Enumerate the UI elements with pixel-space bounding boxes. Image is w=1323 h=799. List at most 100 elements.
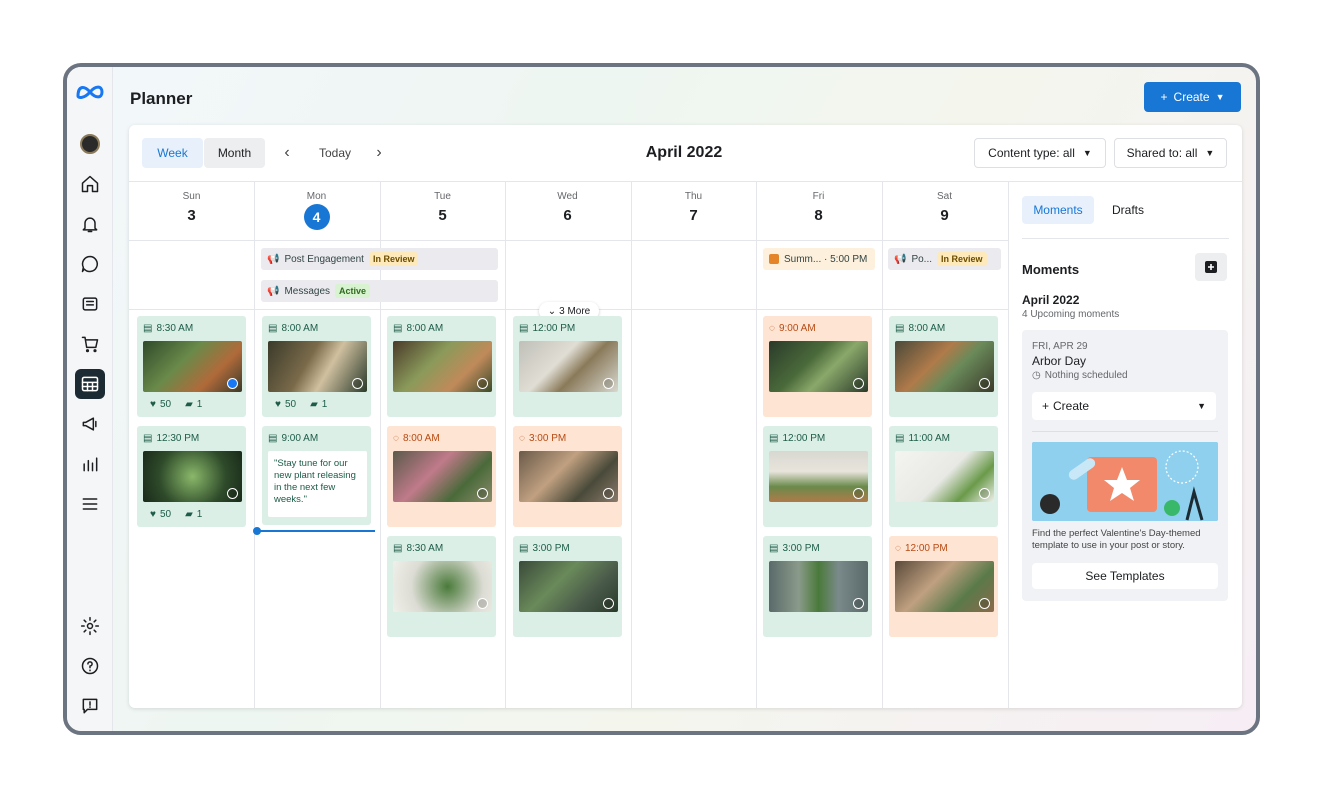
- page-title: Planner: [130, 89, 193, 108]
- bell-icon[interactable]: [75, 209, 105, 239]
- post-thumbnail: [769, 451, 868, 502]
- inbox-icon[interactable]: [75, 289, 105, 319]
- post-card[interactable]: ▤ 3:00 PM: [763, 536, 872, 637]
- planner-calendar-icon[interactable]: [75, 369, 105, 399]
- instagram-icon: [477, 488, 488, 499]
- post-card[interactable]: ▤ 3:00 PM: [513, 536, 622, 637]
- post-card[interactable]: ▤ 12:30 PM ♥ 50 ▰ 1: [137, 426, 246, 527]
- moment-date: FRI, APR 29: [1032, 341, 1088, 352]
- post-thumbnail: [769, 341, 868, 392]
- template-description: Find the perfect Valentine's Day-themed …: [1032, 528, 1201, 551]
- megaphone-icon: 📢: [267, 253, 280, 265]
- post-card[interactable]: ▤ 12:00 PM: [763, 426, 872, 527]
- megaphone-icon[interactable]: [75, 409, 105, 439]
- campaign-banner-engagement[interactable]: 📢 Post Engagement In Review: [261, 248, 498, 270]
- scheduled-icon: ◌: [393, 433, 399, 444]
- instagram-icon: [603, 378, 614, 389]
- moment-status: Nothing scheduled: [1044, 370, 1128, 381]
- day-header-thu[interactable]: Thu 7: [631, 182, 756, 240]
- moments-panel: Moments Drafts Moments April 2022 4 Upco…: [1008, 182, 1242, 708]
- status-badge: In Review: [368, 252, 419, 266]
- instagram-icon: [979, 598, 990, 609]
- post-card[interactable]: ▤ 9:00 AM "Stay tune for our new plant re…: [262, 426, 371, 525]
- campaign-banner-po[interactable]: 📢 Po... In Review: [888, 248, 1001, 270]
- heart-icon: ♥: [150, 399, 156, 410]
- post-card[interactable]: ▤ 8:00 AM ♥ 50 ▰ 1: [262, 316, 371, 417]
- scheduled-icon: ◌: [895, 543, 901, 554]
- event-banner-summit[interactable]: Summ... · 5:00 PM: [763, 248, 875, 270]
- post-card[interactable]: ◌ 3:00 PM: [513, 426, 622, 527]
- published-post-icon: ▤: [143, 433, 153, 444]
- menu-icon[interactable]: [75, 489, 105, 519]
- feedback-icon[interactable]: [75, 691, 105, 721]
- template-illustration: [1032, 442, 1218, 521]
- post-thumbnail: [393, 561, 492, 612]
- current-time-dot: [253, 527, 261, 535]
- instagram-icon: [853, 378, 864, 389]
- day-header-fri[interactable]: Fri 8: [756, 182, 881, 240]
- post-card[interactable]: ▤ 8:30 AM: [387, 536, 496, 637]
- tab-moments[interactable]: Moments: [1022, 196, 1094, 224]
- post-card[interactable]: ▤ 8:00 AM: [889, 316, 998, 417]
- megaphone-icon: 📢: [267, 285, 280, 297]
- facebook-icon: [227, 378, 238, 389]
- tab-drafts[interactable]: Drafts: [1103, 196, 1153, 224]
- published-post-icon: ▤: [895, 323, 905, 334]
- day-header-sun[interactable]: Sun 3: [129, 182, 254, 240]
- instagram-icon: [227, 488, 238, 499]
- plus-icon: +: [1160, 90, 1168, 104]
- meta-logo-icon[interactable]: [75, 77, 105, 107]
- cart-icon[interactable]: [75, 329, 105, 359]
- insights-chart-icon[interactable]: [75, 449, 105, 479]
- account-avatar[interactable]: [75, 129, 105, 159]
- post-card[interactable]: ◌ 8:00 AM: [387, 426, 496, 527]
- column-divider: [254, 182, 255, 708]
- day-header-wed[interactable]: Wed 6: [505, 182, 630, 240]
- status-badge: Active: [335, 284, 371, 298]
- today-date-badge: 4: [303, 204, 330, 230]
- current-time-line: [257, 530, 375, 532]
- help-icon[interactable]: [75, 651, 105, 681]
- moment-card: FRI, APR 29 Arbor Day ◷ Nothing scheduled…: [1022, 330, 1228, 601]
- shared-to-dropdown[interactable]: Shared to: all ▼: [1114, 138, 1227, 168]
- plus-icon: +: [1042, 399, 1050, 413]
- create-button[interactable]: + Create ▼: [1144, 82, 1241, 112]
- post-thumbnail: [393, 341, 492, 392]
- moment-create-button[interactable]: + Create ▼: [1032, 392, 1216, 420]
- heart-icon: ♥: [275, 399, 281, 410]
- chat-icon[interactable]: [75, 249, 105, 279]
- published-post-icon: ▤: [268, 433, 278, 444]
- calendar-toolbar: Week Month ‹ Today › April 2022 Content …: [129, 125, 1242, 182]
- published-post-icon: ▤: [393, 323, 403, 334]
- published-post-icon: ▤: [895, 433, 905, 444]
- published-post-icon: ▤: [769, 543, 779, 554]
- day-header-sat[interactable]: Sat 9: [882, 182, 1007, 240]
- moments-heading: Moments: [1022, 262, 1080, 277]
- day-header-tue[interactable]: Tue 5: [380, 182, 505, 240]
- post-card[interactable]: ▤ 12:00 PM: [513, 316, 622, 417]
- home-icon[interactable]: [75, 169, 105, 199]
- column-divider: [756, 182, 757, 708]
- instagram-icon: [603, 598, 614, 609]
- post-card[interactable]: ▤ 8:30 AM ♥ 50 ▰ 1: [137, 316, 246, 417]
- comment-icon: ▰: [310, 399, 318, 410]
- add-moment-icon[interactable]: [1195, 253, 1227, 281]
- settings-gear-icon[interactable]: [75, 611, 105, 641]
- content-type-dropdown[interactable]: Content type: all ▼: [974, 138, 1106, 168]
- week-calendar: Sun 3 Mon 4 Tue 5 Wed 6 Thu 7 Fri 8 Sat 9 📢 Pos…: [129, 182, 1008, 708]
- calendar-event-icon: [769, 254, 779, 264]
- post-thumbnail: [895, 341, 994, 392]
- published-post-icon: ▤: [268, 323, 278, 334]
- post-thumbnail: [268, 341, 367, 392]
- day-header-mon[interactable]: Mon 4: [254, 182, 379, 240]
- post-card[interactable]: ◌ 9:00 AM: [763, 316, 872, 417]
- campaign-banner-messages[interactable]: 📢 Messages Active: [261, 280, 498, 302]
- moments-month: April 2022: [1022, 293, 1080, 307]
- post-card[interactable]: ▤ 11:00 AM: [889, 426, 998, 527]
- see-templates-button[interactable]: See Templates: [1032, 563, 1218, 589]
- post-card[interactable]: ▤ 8:00 AM: [387, 316, 496, 417]
- post-card[interactable]: ◌ 12:00 PM: [889, 536, 998, 637]
- scheduled-icon: ◌: [519, 433, 525, 444]
- column-divider: [882, 182, 883, 708]
- caret-down-icon: ▼: [1215, 92, 1225, 102]
